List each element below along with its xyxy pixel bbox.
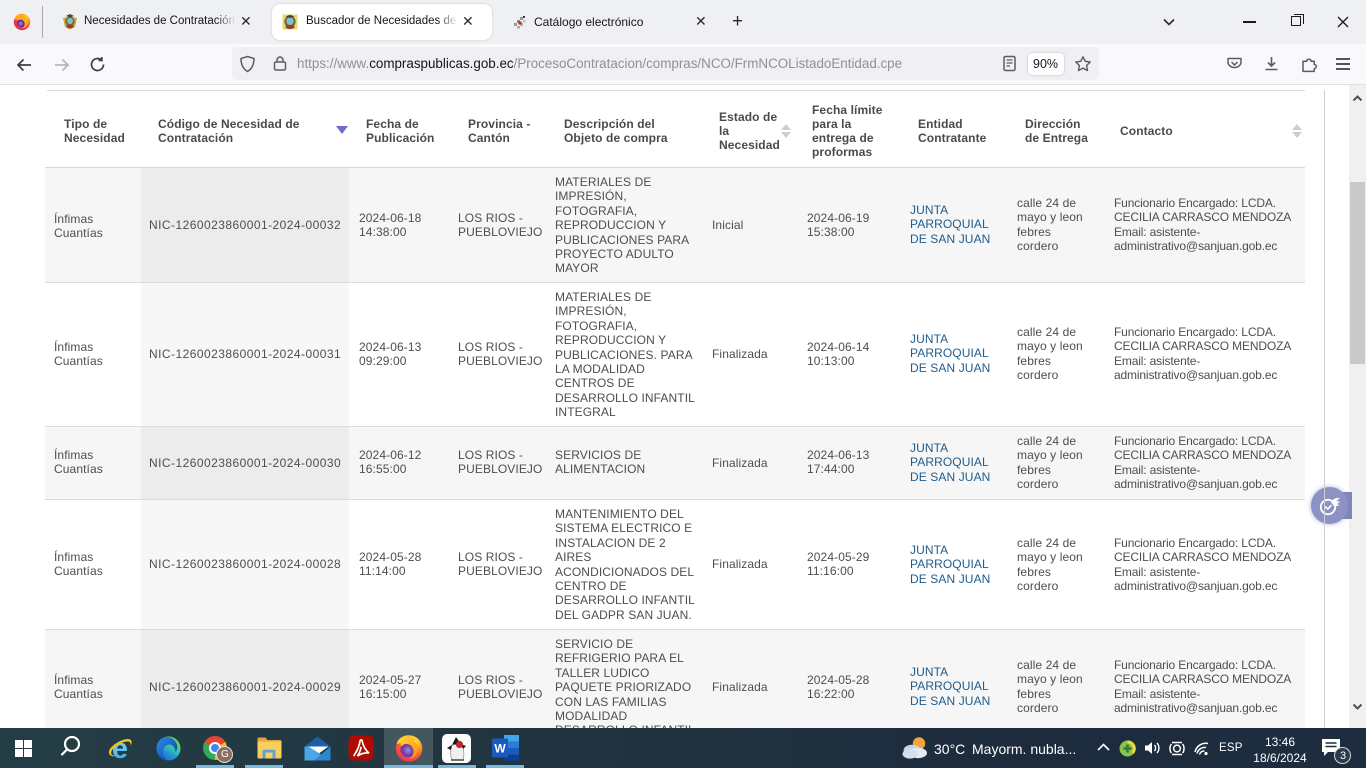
svg-text:e: e [112, 733, 128, 764]
svg-text:W: W [494, 742, 506, 756]
